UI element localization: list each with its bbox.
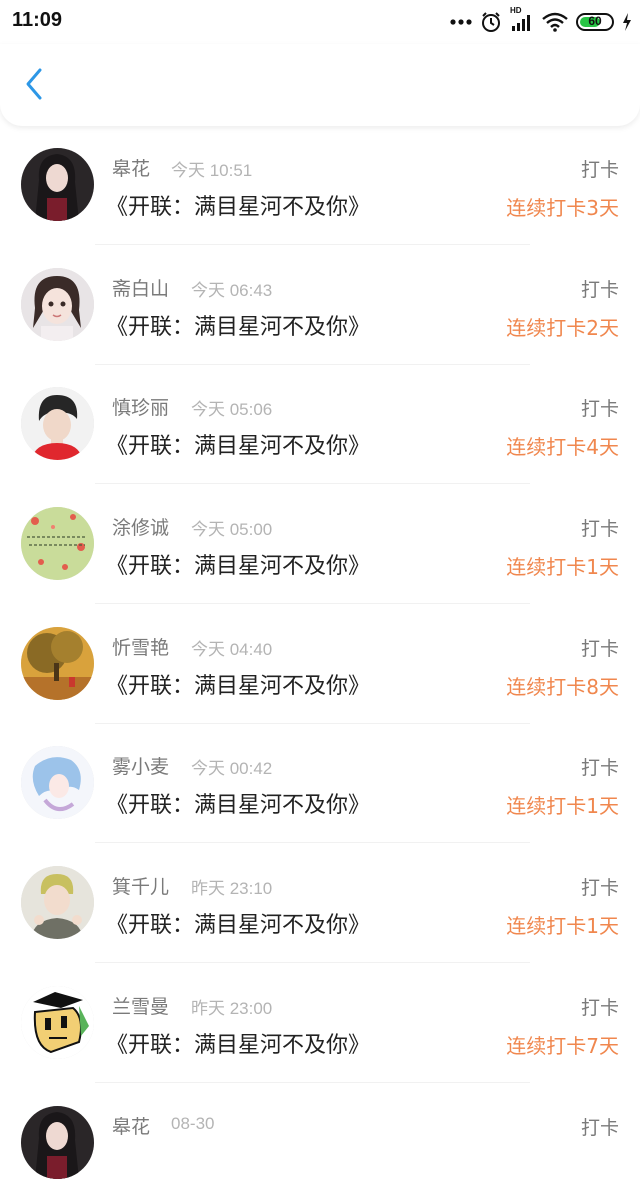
user-name: 皋花 — [112, 154, 150, 181]
checkin-list: 皋花 今天 10:51 《开联：满目星河不及你》 打卡 连续打卡3天 斋白山 今… — [0, 126, 640, 1203]
checkin-time: 今天 05:00 — [191, 515, 272, 540]
checkin-type: 打卡 — [581, 753, 619, 780]
avatar[interactable] — [21, 746, 94, 819]
user-name: 斋白山 — [112, 274, 169, 301]
list-item[interactable]: 兰雪曼 昨天 23:00 《开联：满目星河不及你》 打卡 连续打卡7天 — [0, 964, 640, 1084]
checkin-time: 昨天 23:00 — [191, 994, 272, 1019]
list-item[interactable]: 雾小麦 今天 00:42 《开联：满目星河不及你》 打卡 连续打卡1天 — [0, 724, 640, 844]
user-name: 雾小麦 — [112, 752, 169, 779]
streak-label: 连续打卡4天 — [506, 431, 619, 460]
checkin-time: 今天 00:42 — [191, 754, 272, 779]
checkin-time: 08-30 — [171, 1114, 214, 1134]
streak-label: 连续打卡1天 — [506, 910, 619, 939]
checkin-time: 今天 10:51 — [171, 156, 252, 181]
book-title: 《开联：满目星河不及你》 — [106, 428, 370, 460]
checkin-time: 昨天 23:10 — [191, 874, 272, 899]
avatar[interactable] — [21, 1106, 94, 1179]
alarm-icon — [480, 11, 502, 33]
list-item[interactable]: 斋白山 今天 06:43 《开联：满目星河不及你》 打卡 连续打卡2天 — [0, 246, 640, 366]
avatar[interactable] — [21, 148, 94, 221]
checkin-type: 打卡 — [581, 873, 619, 900]
book-title: 《开联：满目星河不及你》 — [106, 907, 370, 939]
list-item[interactable]: 涂修诚 今天 05:00 《开联：满目星河不及你》 打卡 连续打卡1天 — [0, 485, 640, 605]
list-item[interactable]: 忻雪艳 今天 04:40 《开联：满目星河不及你》 打卡 连续打卡8天 — [0, 605, 640, 725]
user-name: 兰雪曼 — [112, 992, 169, 1019]
more-dots-icon — [450, 18, 472, 26]
user-name: 涂修诚 — [112, 513, 169, 540]
checkin-time: 今天 06:43 — [191, 276, 272, 301]
wifi-icon — [542, 12, 568, 32]
avatar[interactable] — [21, 268, 94, 341]
chevron-left-icon — [23, 67, 45, 105]
avatar[interactable] — [21, 627, 94, 700]
avatar[interactable] — [21, 387, 94, 460]
signal-icon: HD — [510, 12, 534, 32]
book-title: 《开联：满目星河不及你》 — [106, 309, 370, 341]
book-title: 《开联：满目星河不及你》 — [106, 668, 370, 700]
user-name: 箕千儿 — [112, 872, 169, 899]
list-item[interactable]: 慎珍丽 今天 05:06 《开联：满目星河不及你》 打卡 连续打卡4天 — [0, 365, 640, 485]
header — [0, 44, 640, 126]
status-bar: 11:09 HD 60 — [0, 0, 640, 44]
book-title: 《开联：满目星河不及你》 — [106, 1027, 370, 1059]
checkin-type: 打卡 — [581, 993, 619, 1020]
checkin-type: 打卡 — [581, 1113, 619, 1140]
back-button[interactable] — [14, 66, 54, 106]
user-name: 忻雪艳 — [112, 633, 169, 660]
avatar[interactable] — [21, 866, 94, 939]
streak-label: 连续打卡2天 — [506, 312, 619, 341]
avatar[interactable] — [21, 507, 94, 580]
checkin-type: 打卡 — [581, 394, 619, 421]
user-name: 慎珍丽 — [112, 393, 169, 420]
streak-label: 连续打卡7天 — [506, 1030, 619, 1059]
book-title: 《开联：满目星河不及你》 — [106, 548, 370, 580]
avatar[interactable] — [21, 986, 94, 1059]
network-label: HD — [510, 6, 522, 15]
list-item[interactable]: 箕千儿 昨天 23:10 《开联：满目星河不及你》 打卡 连续打卡1天 — [0, 844, 640, 964]
book-title: 《开联：满目星河不及你》 — [106, 787, 370, 819]
checkin-type: 打卡 — [581, 275, 619, 302]
checkin-time: 今天 05:06 — [191, 395, 272, 420]
battery-icon: 60 — [576, 13, 614, 31]
streak-label: 连续打卡1天 — [506, 790, 619, 819]
checkin-time: 今天 04:40 — [191, 635, 272, 660]
checkin-type: 打卡 — [581, 155, 619, 182]
status-time: 11:09 — [12, 9, 62, 32]
list-item[interactable]: 皋花 今天 10:51 《开联：满目星河不及你》 打卡 连续打卡3天 — [0, 126, 640, 246]
status-icons: HD 60 — [450, 8, 632, 36]
list-item[interactable]: 皋花 08-30 打卡 — [0, 1084, 640, 1203]
user-name: 皋花 — [112, 1112, 150, 1139]
checkin-type: 打卡 — [581, 634, 619, 661]
battery-percent: 60 — [578, 14, 612, 28]
streak-label: 连续打卡1天 — [506, 551, 619, 580]
checkin-type: 打卡 — [581, 514, 619, 541]
book-title: 《开联：满目星河不及你》 — [106, 189, 370, 221]
charging-icon — [622, 13, 632, 31]
streak-label: 连续打卡3天 — [506, 192, 619, 221]
streak-label: 连续打卡8天 — [506, 671, 619, 700]
